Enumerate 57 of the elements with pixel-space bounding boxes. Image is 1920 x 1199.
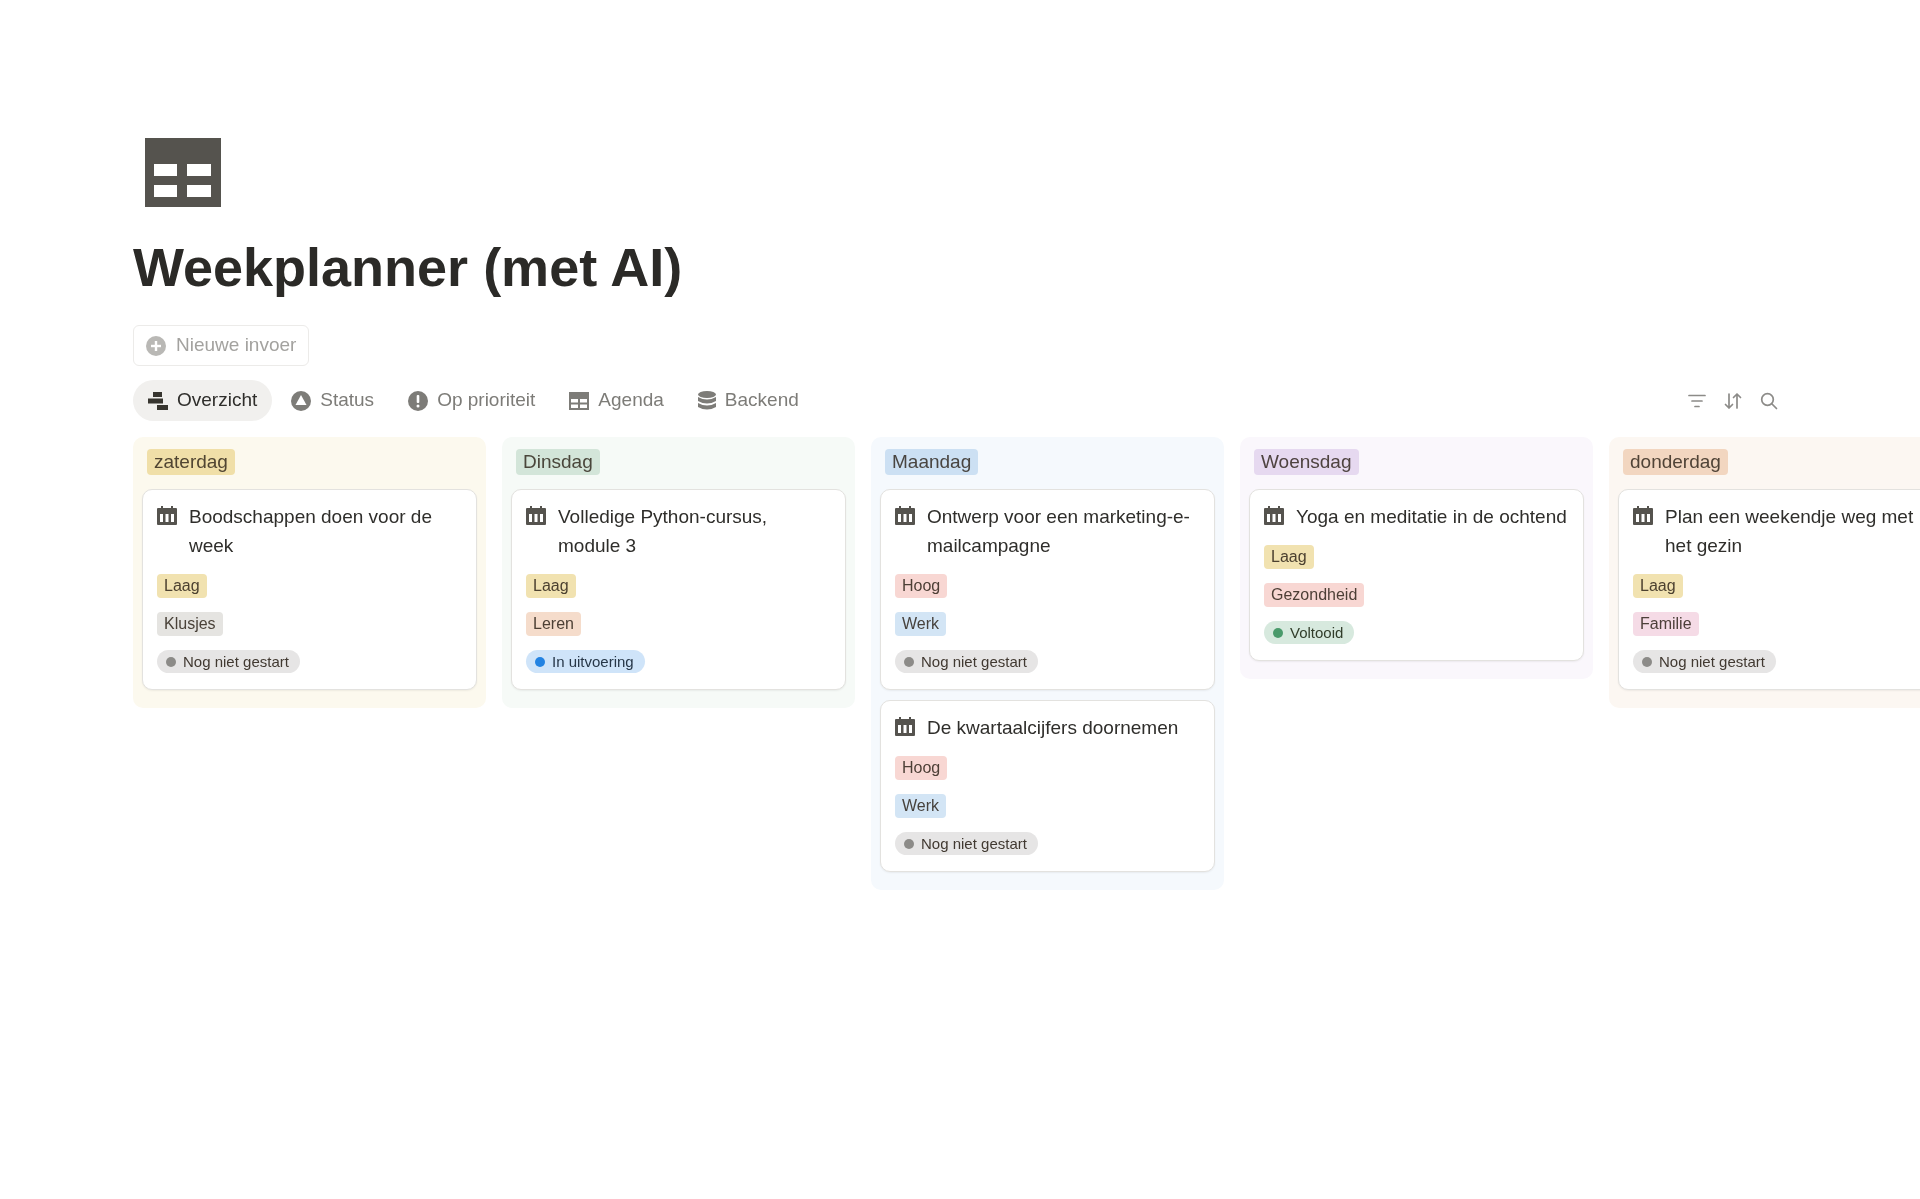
day-tag: Woensdag <box>1254 449 1359 475</box>
view-tab[interactable]: Op prioriteit <box>393 380 551 421</box>
status-pill: Nog niet gestart <box>895 832 1038 855</box>
tag: Laag <box>157 574 207 598</box>
tag: Laag <box>526 574 576 598</box>
plus-circle-icon <box>146 335 166 356</box>
sort-icon[interactable] <box>1724 391 1742 410</box>
tag: Laag <box>1633 574 1683 598</box>
day-tag: zaterdag <box>147 449 235 475</box>
database-icon <box>697 390 716 411</box>
status-pill: In uitvoering <box>526 650 645 673</box>
task-card[interactable]: De kwartaalcijfers doornemen Hoog Werk Nog niet gestart <box>880 700 1215 872</box>
day-tag: donderdag <box>1623 449 1728 475</box>
tag: Laag <box>1264 545 1314 569</box>
card-title: De kwartaalcijfers doornemen <box>927 716 1179 740</box>
tag: Werk <box>895 794 947 818</box>
tag: Werk <box>895 612 947 636</box>
card-title: Volledige Python-cursus, module 3 <box>558 505 769 558</box>
table-icon <box>145 138 221 207</box>
task-card[interactable]: Plan een weekendje weg met het gezin Laag Familie Nog niet gestart <box>1618 489 1920 690</box>
view-tab[interactable]: Agenda <box>554 380 679 421</box>
page-title: Weekplanner (met AI) <box>133 236 684 299</box>
calendar-icon <box>895 717 915 736</box>
task-card[interactable]: Boodschappen doen voor de week Laag Klusjes Nog niet gestart <box>142 489 477 690</box>
filter-icon[interactable] <box>1688 393 1706 408</box>
status-pill: Nog niet gestart <box>1633 650 1776 673</box>
tag: Klusjes <box>157 612 223 636</box>
day-tag: Dinsdag <box>516 449 600 475</box>
card-title: Ontwerp voor een marketing-e-mailcampagne <box>927 505 1191 558</box>
view-tab[interactable]: Overzicht <box>133 380 273 421</box>
status-pill: Nog niet gestart <box>157 650 300 673</box>
day-tag: Maandag <box>885 449 979 475</box>
tag: Familie <box>1633 612 1699 636</box>
tag: Leren <box>526 612 581 636</box>
calendar-icon <box>895 506 915 525</box>
view-tab[interactable]: Status <box>276 380 390 421</box>
calendar-icon <box>157 506 177 525</box>
calendar-icon <box>1264 506 1284 525</box>
card-title: Plan een weekendje weg met het gezin <box>1665 505 1915 558</box>
stacked-bars-icon <box>148 391 168 410</box>
task-card[interactable]: Ontwerp voor een marketing-e-mailcampagne Hoog Werk Nog niet gestart <box>880 489 1215 690</box>
status-pill: Nog niet gestart <box>895 650 1038 673</box>
task-card[interactable]: Yoga en meditatie in de ochtend Laag Gezondheid Voltooid <box>1249 489 1584 661</box>
status-pill: Voltooid <box>1264 621 1355 644</box>
table-icon <box>569 391 590 410</box>
tag: Hoog <box>895 574 948 598</box>
calendar-icon <box>526 506 546 525</box>
card-title: Yoga en meditatie in de ochtend <box>1296 505 1567 529</box>
card-title: Boodschappen doen voor de week <box>189 505 433 558</box>
task-card[interactable]: Volledige Python-cursus, module 3 Laag Leren In uitvoering <box>511 489 846 690</box>
search-icon[interactable] <box>1760 391 1778 410</box>
tag: Hoog <box>895 756 948 780</box>
triangle-circle-icon <box>291 390 312 411</box>
calendar-icon <box>1633 506 1653 525</box>
tag: Gezondheid <box>1264 583 1365 607</box>
exclamation-icon <box>408 390 429 411</box>
view-tab[interactable]: Backend <box>682 380 814 421</box>
